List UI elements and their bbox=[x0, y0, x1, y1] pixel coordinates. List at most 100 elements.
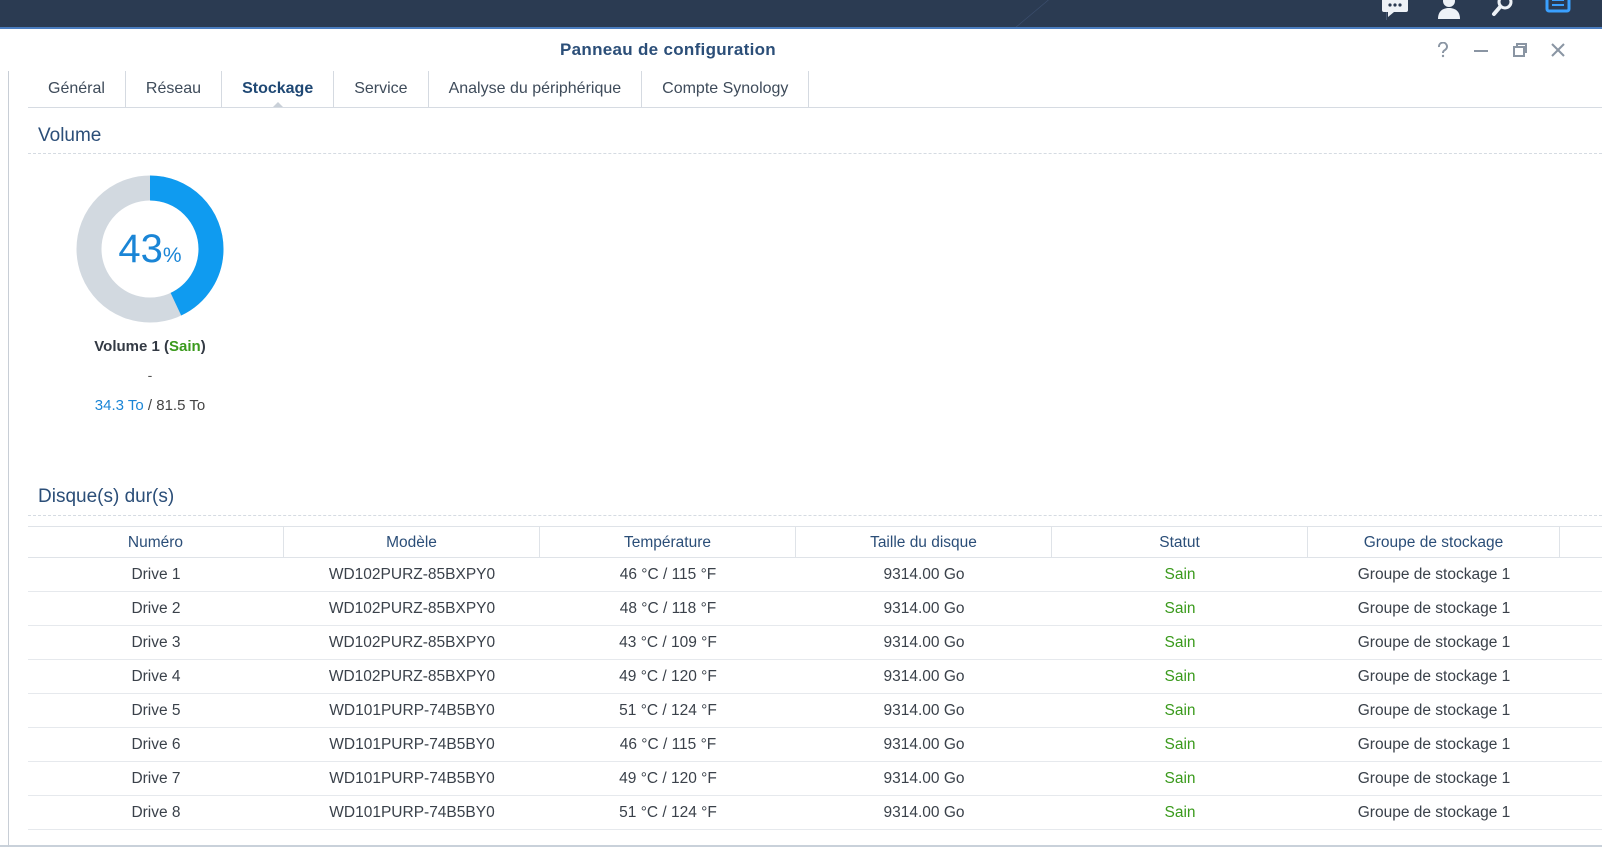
table-row[interactable]: Drive 4 WD102PURZ-85BXPY0 49 °C / 120 °F 93… bbox=[28, 660, 1602, 694]
tab-bar: Général Réseau Stockage Service Analyse … bbox=[28, 71, 810, 108]
column-header-spacer bbox=[1560, 527, 1602, 558]
table-header: Numéro Modèle Température Taille du disq… bbox=[28, 526, 1602, 558]
cell-temperature: 51 °C / 124 °F bbox=[619, 803, 717, 821]
cell-number: Drive 1 bbox=[131, 565, 181, 583]
volume-description: - bbox=[147, 367, 153, 383]
cell-model: WD101PURP-74B5BY0 bbox=[329, 735, 495, 753]
cell-temperature: 49 °C / 120 °F bbox=[619, 667, 717, 685]
table-body: Drive 1 WD102PURZ-85BXPY0 46 °C / 115 °F 93… bbox=[28, 558, 1602, 830]
window-titlebar[interactable]: Panneau de configuration bbox=[0, 29, 1602, 71]
cell-size: 9314.00 Go bbox=[883, 599, 965, 617]
usage-percent-value: 43 bbox=[118, 226, 163, 271]
cell-model: WD102PURZ-85BXPY0 bbox=[328, 565, 496, 583]
cell-status: Sain bbox=[1164, 701, 1196, 719]
volume-capacity: 34.3 To / 81.5 To bbox=[40, 397, 260, 414]
cell-number: Drive 3 bbox=[131, 633, 181, 651]
close-icon[interactable] bbox=[1547, 39, 1569, 61]
disks-table: Numéro Modèle Température Taille du disq… bbox=[28, 526, 1602, 842]
disks-section-title: Disque(s) dur(s) bbox=[38, 486, 175, 507]
cell-model: WD101PURP-74B5BY0 bbox=[329, 803, 495, 821]
table-row[interactable]: Drive 2 WD102PURZ-85BXPY0 48 °C / 118 °F 93… bbox=[28, 592, 1602, 626]
tab-storage[interactable]: Stockage bbox=[222, 71, 335, 108]
control-panel-window: Panneau de configuration Général Réseau … bbox=[0, 27, 1602, 847]
help-icon[interactable] bbox=[1432, 39, 1454, 61]
desktop-taskbar bbox=[0, 0, 1602, 27]
cell-size: 9314.00 Go bbox=[883, 565, 965, 583]
volume-used: 34.3 To bbox=[94, 397, 144, 414]
table-row[interactable]: Drive 6 WD101PURP-74B5BY0 46 °C / 115 °F 93… bbox=[28, 728, 1602, 762]
column-header-model[interactable]: Modèle bbox=[284, 527, 540, 558]
volume-status: Sain bbox=[169, 338, 201, 355]
tab-device-analysis[interactable]: Analyse du périphérique bbox=[429, 71, 643, 107]
cell-status: Sain bbox=[1164, 599, 1196, 617]
cell-size: 9314.00 Go bbox=[883, 633, 965, 651]
cell-storage-pool: Groupe de stockage 1 bbox=[1357, 667, 1511, 685]
cell-status: Sain bbox=[1164, 667, 1196, 685]
cell-temperature: 43 °C / 109 °F bbox=[619, 633, 717, 651]
cell-size: 9314.00 Go bbox=[883, 701, 965, 719]
cell-storage-pool: Groupe de stockage 1 bbox=[1357, 599, 1511, 617]
cell-status: Sain bbox=[1164, 769, 1196, 787]
volume-usage-donut: 43% bbox=[75, 174, 225, 324]
cell-temperature: 51 °C / 124 °F bbox=[619, 701, 717, 719]
cell-storage-pool: Groupe de stockage 1 bbox=[1357, 735, 1511, 753]
cell-number: Drive 6 bbox=[131, 735, 181, 753]
column-header-temperature[interactable]: Température bbox=[540, 527, 796, 558]
tab-service[interactable]: Service bbox=[334, 71, 429, 107]
window-title: Panneau de configuration bbox=[560, 40, 776, 59]
cell-size: 9314.00 Go bbox=[883, 769, 965, 787]
cell-status: Sain bbox=[1164, 633, 1196, 651]
volume-name: Volume 1 (Sain) bbox=[94, 338, 206, 355]
tab-general[interactable]: Général bbox=[28, 71, 126, 107]
volume-usage-label: 43% bbox=[75, 174, 225, 324]
cell-temperature: 48 °C / 118 °F bbox=[619, 599, 717, 617]
cell-storage-pool: Groupe de stockage 1 bbox=[1357, 633, 1511, 651]
section-divider bbox=[28, 153, 1602, 154]
capacity-separator: / bbox=[143, 397, 157, 414]
chat-icon[interactable] bbox=[1380, 0, 1410, 20]
window-left-border bbox=[8, 71, 9, 847]
cell-number: Drive 8 bbox=[131, 803, 181, 821]
column-header-storage-pool[interactable]: Groupe de stockage bbox=[1308, 527, 1560, 558]
column-header-size[interactable]: Taille du disque bbox=[796, 527, 1052, 558]
cell-number: Drive 5 bbox=[131, 701, 181, 719]
tab-synology-account[interactable]: Compte Synology bbox=[642, 71, 810, 107]
cell-status: Sain bbox=[1164, 735, 1196, 753]
cell-size: 9314.00 Go bbox=[883, 735, 965, 753]
cell-size: 9314.00 Go bbox=[883, 667, 965, 685]
widgets-icon[interactable] bbox=[1542, 0, 1572, 20]
volume-section-title: Volume bbox=[38, 125, 102, 146]
cell-status: Sain bbox=[1164, 565, 1196, 583]
cell-storage-pool: Groupe de stockage 1 bbox=[1357, 769, 1511, 787]
cell-model: WD102PURZ-85BXPY0 bbox=[328, 633, 496, 651]
taskbar-decoration bbox=[988, 0, 1192, 27]
cell-number: Drive 4 bbox=[131, 667, 181, 685]
table-row[interactable]: Drive 7 WD101PURP-74B5BY0 49 °C / 120 °F 93… bbox=[28, 762, 1602, 796]
cell-storage-pool: Groupe de stockage 1 bbox=[1357, 701, 1511, 719]
minimize-icon[interactable] bbox=[1470, 39, 1492, 61]
cell-status: Sain bbox=[1164, 803, 1196, 821]
tab-network[interactable]: Réseau bbox=[126, 71, 223, 107]
cell-size: 9314.00 Go bbox=[883, 803, 965, 821]
cell-storage-pool: Groupe de stockage 1 bbox=[1357, 803, 1511, 821]
table-row[interactable]: Drive 1 WD102PURZ-85BXPY0 46 °C / 115 °F 93… bbox=[28, 558, 1602, 592]
search-icon[interactable] bbox=[1488, 0, 1518, 20]
column-header-number[interactable]: Numéro bbox=[28, 527, 284, 558]
cell-temperature: 46 °C / 115 °F bbox=[619, 735, 717, 753]
user-icon[interactable] bbox=[1434, 0, 1464, 20]
restore-icon[interactable] bbox=[1509, 39, 1531, 61]
usage-percent-unit: % bbox=[162, 244, 182, 267]
section-divider bbox=[28, 515, 1602, 516]
cell-model: WD101PURP-74B5BY0 bbox=[329, 769, 495, 787]
table-row[interactable]: Drive 5 WD101PURP-74B5BY0 51 °C / 124 °F 93… bbox=[28, 694, 1602, 728]
cell-model: WD102PURZ-85BXPY0 bbox=[328, 667, 496, 685]
table-row[interactable]: Drive 8 WD101PURP-74B5BY0 51 °C / 124 °F 93… bbox=[28, 796, 1602, 830]
cell-storage-pool: Groupe de stockage 1 bbox=[1357, 565, 1511, 583]
tab-bar-underline bbox=[28, 107, 1602, 108]
cell-number: Drive 7 bbox=[131, 769, 181, 787]
cell-temperature: 46 °C / 115 °F bbox=[619, 565, 717, 583]
volume-name-text: Volume 1 bbox=[94, 338, 160, 355]
cell-model: WD102PURZ-85BXPY0 bbox=[328, 599, 496, 617]
table-row[interactable]: Drive 3 WD102PURZ-85BXPY0 43 °C / 109 °F 93… bbox=[28, 626, 1602, 660]
column-header-status[interactable]: Statut bbox=[1052, 527, 1308, 558]
